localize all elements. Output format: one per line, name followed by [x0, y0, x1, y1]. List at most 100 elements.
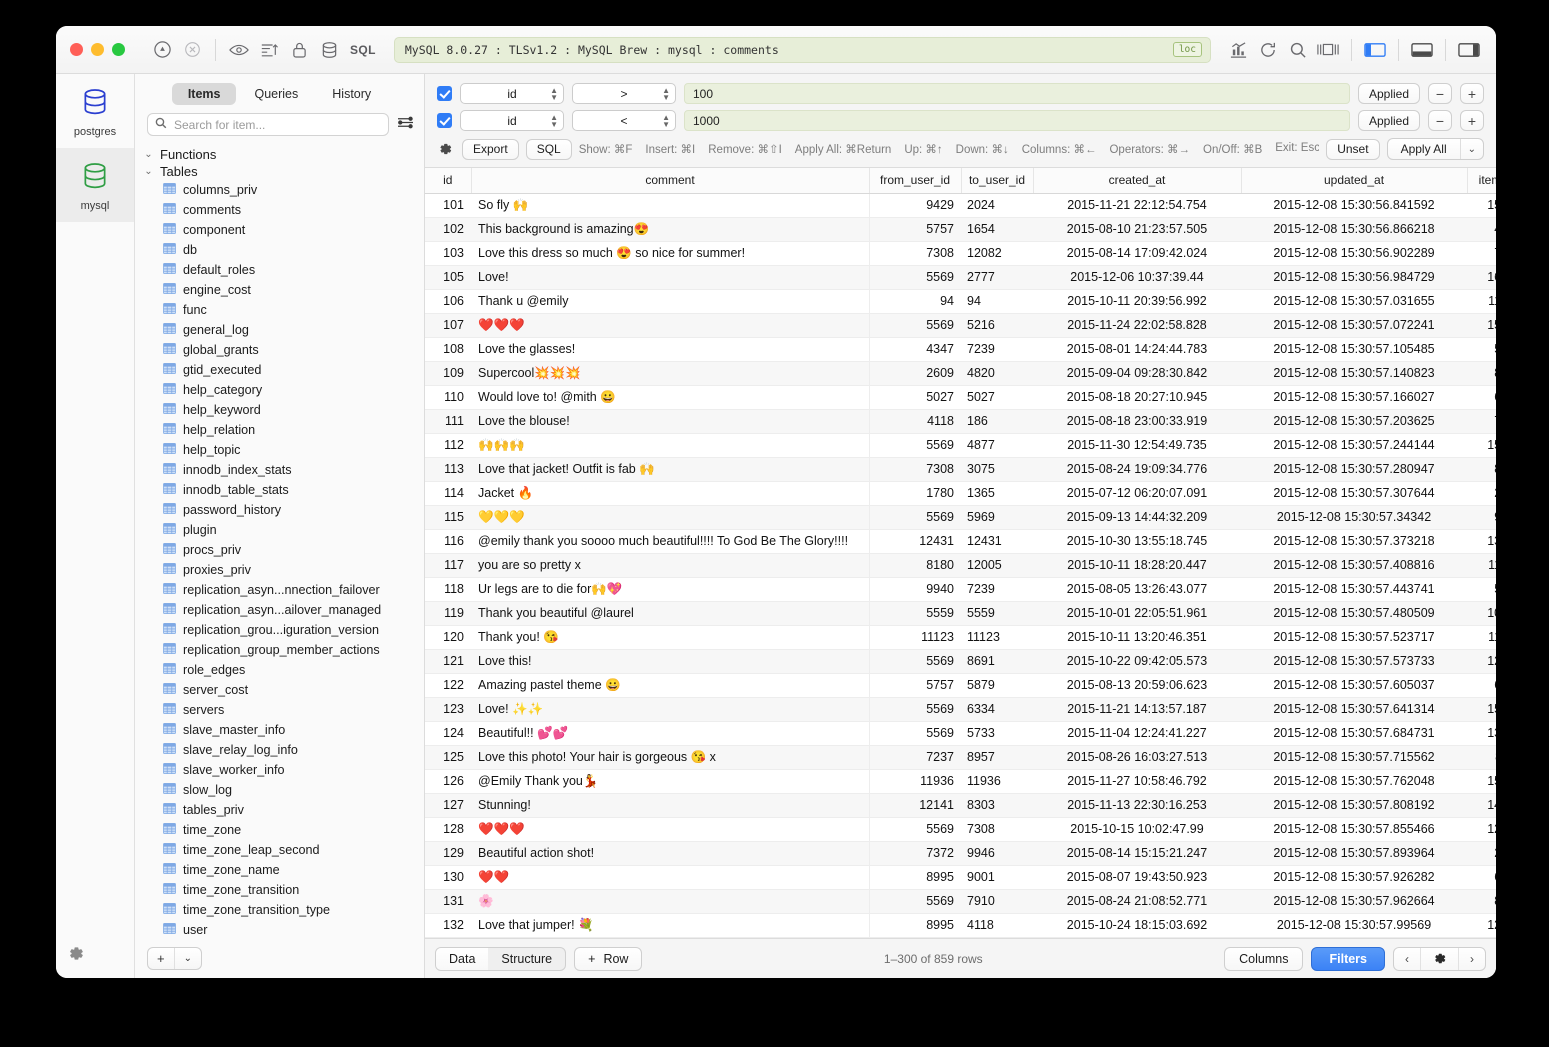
search-icon[interactable] [1283, 36, 1313, 64]
cell-from-user-id[interactable]: 7372 [869, 841, 961, 865]
cell-id[interactable]: 102 [425, 217, 471, 241]
cell-from-user-id[interactable]: 2609 [869, 361, 961, 385]
cell-to-user-id[interactable]: 2024 [961, 193, 1033, 217]
cell-to-user-id[interactable]: 4118 [961, 913, 1033, 937]
cell-item-id[interactable]: 2538 [1467, 481, 1496, 505]
table-list-item[interactable]: role_edges [135, 660, 424, 680]
column-header-id[interactable]: id [425, 168, 471, 193]
cell-updated-at[interactable]: 2015-12-08 15:30:56.902289 [1241, 241, 1467, 265]
cell-updated-at[interactable]: 2015-12-08 15:30:57.855466 [1241, 817, 1467, 841]
view-tab-data[interactable]: Data [436, 948, 488, 970]
gear-icon[interactable] [437, 141, 453, 157]
cell-from-user-id[interactable]: 5569 [869, 721, 961, 745]
cell-item-id[interactable]: 8011 [1467, 745, 1496, 769]
cell-from-user-id[interactable]: 1780 [869, 481, 961, 505]
cell-from-user-id[interactable]: 7237 [869, 745, 961, 769]
cell-id[interactable]: 119 [425, 601, 471, 625]
cell-comment[interactable]: @emily thank you soooo much beautiful!!!… [471, 529, 869, 553]
cell-comment[interactable]: Love the glasses! [471, 337, 869, 361]
cell-to-user-id[interactable]: 5733 [961, 721, 1033, 745]
connection-postgres[interactable]: postgres [56, 74, 134, 148]
cell-item-id[interactable]: 2893 [1467, 841, 1496, 865]
cell-created-at[interactable]: 2015-10-11 18:28:20.447 [1033, 553, 1241, 577]
column-header-comment[interactable]: comment [471, 168, 869, 193]
table-list-item[interactable]: innodb_table_stats [135, 480, 424, 500]
cell-to-user-id[interactable]: 9001 [961, 865, 1033, 889]
cell-id[interactable]: 123 [425, 697, 471, 721]
cell-from-user-id[interactable]: 4347 [869, 337, 961, 361]
table-list-item[interactable]: time_zone [135, 820, 424, 840]
cell-id[interactable]: 130 [425, 865, 471, 889]
cell-item-id[interactable]: 12145 [1467, 817, 1496, 841]
cell-from-user-id[interactable]: 5569 [869, 649, 961, 673]
cell-created-at[interactable]: 2015-08-10 21:23:57.505 [1033, 217, 1241, 241]
split-view-icon[interactable] [1313, 36, 1343, 64]
close-window-button[interactable] [70, 43, 83, 56]
cell-to-user-id[interactable]: 12082 [961, 241, 1033, 265]
cell-item-id[interactable]: 11829 [1467, 553, 1496, 577]
cell-id[interactable]: 105 [425, 265, 471, 289]
cell-id[interactable]: 116 [425, 529, 471, 553]
cell-to-user-id[interactable]: 3075 [961, 457, 1033, 481]
stats-icon[interactable] [1223, 36, 1253, 64]
cell-to-user-id[interactable]: 5879 [961, 673, 1033, 697]
filters-button[interactable]: Filters [1311, 947, 1385, 971]
cell-id[interactable]: 118 [425, 577, 471, 601]
add-filter-button[interactable]: + [1460, 83, 1484, 104]
cell-id[interactable]: 106 [425, 289, 471, 313]
cell-comment[interactable]: Supercool💥💥💥 [471, 361, 869, 385]
cell-created-at[interactable]: 2015-10-01 22:05:51.961 [1033, 601, 1241, 625]
table-list-item[interactable]: password_history [135, 500, 424, 520]
cell-updated-at[interactable]: 2015-12-08 15:30:57.715562 [1241, 745, 1467, 769]
table-list-item[interactable]: slow_log [135, 780, 424, 800]
table-row[interactable]: 131🌸556979102015-08-24 21:08:52.7712015-… [425, 889, 1496, 913]
cell-to-user-id[interactable]: 7910 [961, 889, 1033, 913]
filter-column-select[interactable]: id ▲▼ [460, 83, 564, 104]
cell-created-at[interactable]: 2015-08-05 13:26:43.077 [1033, 577, 1241, 601]
table-list-item[interactable]: help_keyword [135, 400, 424, 420]
cell-item-id[interactable]: 15245 [1467, 193, 1496, 217]
cell-comment[interactable]: Love that jacket! Outfit is fab 🙌 [471, 457, 869, 481]
cell-to-user-id[interactable]: 12005 [961, 553, 1033, 577]
cell-item-id[interactable]: 12659 [1467, 649, 1496, 673]
cell-to-user-id[interactable]: 12431 [961, 529, 1033, 553]
table-list-item[interactable]: global_grants [135, 340, 424, 360]
add-filter-button[interactable]: + [1460, 110, 1484, 131]
cell-item-id[interactable]: 8873 [1467, 361, 1496, 385]
cell-item-id[interactable]: 14524 [1467, 793, 1496, 817]
cell-item-id[interactable]: 10937 [1467, 601, 1496, 625]
cell-from-user-id[interactable]: 5569 [869, 265, 961, 289]
cell-from-user-id[interactable]: 8180 [869, 553, 961, 577]
cell-item-id[interactable]: 5465 [1467, 337, 1496, 361]
cell-to-user-id[interactable]: 6334 [961, 697, 1033, 721]
table-list-item[interactable]: tables_priv [135, 800, 424, 820]
table-row[interactable]: 118Ur legs are to die for🙌💖994072392015-… [425, 577, 1496, 601]
cell-updated-at[interactable]: 2015-12-08 15:30:57.34342 [1241, 505, 1467, 529]
connection-mysql[interactable]: mysql [56, 148, 134, 222]
cell-id[interactable]: 127 [425, 793, 471, 817]
tab-items[interactable]: Items [172, 83, 237, 105]
table-list-item[interactable]: replication_asyn...nnection_failover [135, 580, 424, 600]
table-list-item[interactable]: plugin [135, 520, 424, 540]
search-input[interactable] [172, 117, 381, 133]
cell-id[interactable]: 107 [425, 313, 471, 337]
cell-from-user-id[interactable]: 5569 [869, 505, 961, 529]
eye-icon[interactable] [224, 36, 254, 64]
table-list-item[interactable]: columns_priv [135, 180, 424, 200]
cell-id[interactable]: 121 [425, 649, 471, 673]
cell-created-at[interactable]: 2015-09-13 14:44:32.209 [1033, 505, 1241, 529]
window-controls[interactable] [70, 43, 125, 56]
compass-icon[interactable] [147, 36, 177, 64]
cell-comment[interactable]: you are so pretty x [471, 553, 869, 577]
remove-filter-button[interactable]: − [1428, 83, 1452, 104]
cell-updated-at[interactable]: 2015-12-08 15:30:57.166027 [1241, 385, 1467, 409]
cell-from-user-id[interactable]: 8995 [869, 865, 961, 889]
cell-comment[interactable]: Love the blouse! [471, 409, 869, 433]
cell-created-at[interactable]: 2015-09-04 09:28:30.842 [1033, 361, 1241, 385]
cell-created-at[interactable]: 2015-10-15 10:02:47.99 [1033, 817, 1241, 841]
cell-from-user-id[interactable]: 4118 [869, 409, 961, 433]
cell-created-at[interactable]: 2015-08-24 19:09:34.776 [1033, 457, 1241, 481]
cell-comment[interactable]: Love! [471, 265, 869, 289]
cell-item-id[interactable]: 15661 [1467, 769, 1496, 793]
cell-item-id[interactable]: 13680 [1467, 721, 1496, 745]
